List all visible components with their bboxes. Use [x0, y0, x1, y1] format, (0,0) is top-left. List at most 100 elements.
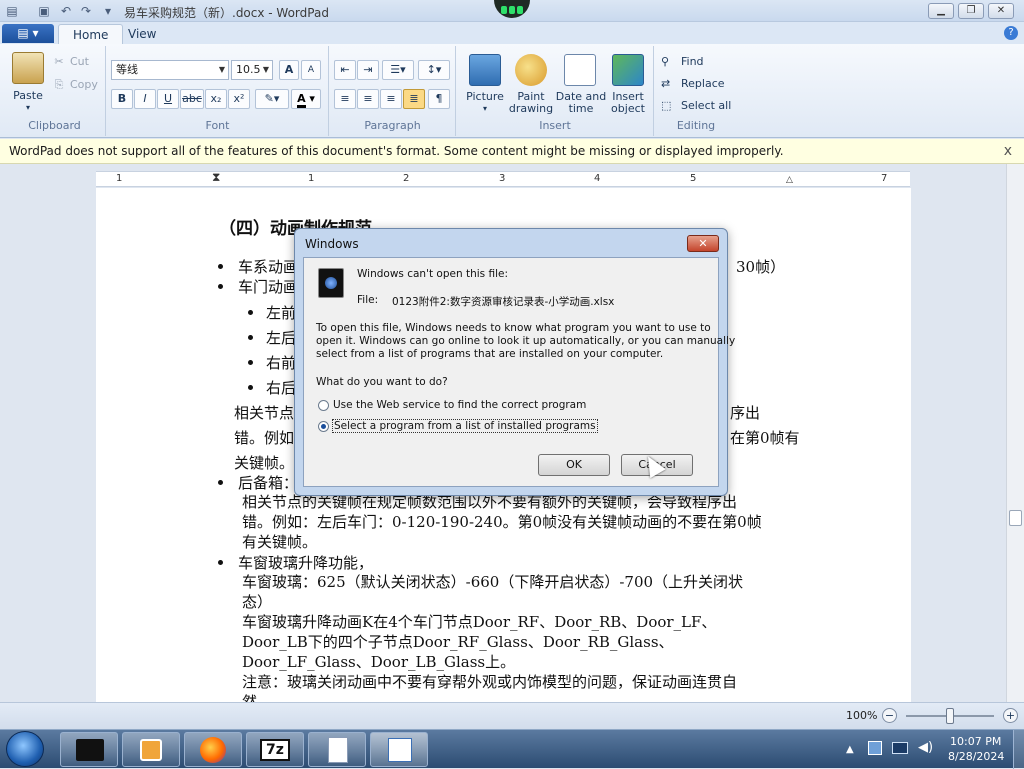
- insert-object-label-2: object: [611, 102, 645, 115]
- insert-object-button[interactable]: Insert object: [605, 91, 651, 115]
- display-icon[interactable]: [892, 742, 908, 754]
- save-icon[interactable]: ▣: [36, 3, 52, 19]
- font-group-label: Font: [205, 119, 230, 132]
- ok-button[interactable]: OK: [538, 454, 610, 476]
- quick-access-dropdown-icon[interactable]: ▾: [100, 3, 116, 19]
- underline-button[interactable]: U: [157, 89, 179, 109]
- show-hidden-icons-icon[interactable]: ▲: [846, 744, 854, 755]
- redo-icon[interactable]: ↷: [78, 3, 94, 19]
- taskbar-terminal[interactable]: [60, 732, 118, 767]
- explain-text: open it. Windows can go online to look i…: [316, 335, 736, 347]
- subscript-button[interactable]: x₂: [205, 89, 227, 109]
- app-icon[interactable]: ▤: [4, 3, 20, 19]
- select-all-button[interactable]: Select all: [681, 100, 731, 112]
- replace-button[interactable]: Replace: [681, 78, 725, 90]
- web-service-label[interactable]: Use the Web service to find the correct …: [333, 399, 586, 411]
- paragraph-dialog-button[interactable]: ¶: [428, 89, 450, 109]
- picture-icon[interactable]: [469, 54, 501, 86]
- doc-text: Door_LF_Glass、Door_LB_Glass上。: [242, 653, 516, 671]
- infobar-close-button[interactable]: x: [1004, 139, 1012, 164]
- align-right-button[interactable]: ≡: [380, 89, 402, 109]
- clipboard-group-label: Clipboard: [28, 119, 81, 132]
- web-service-radio[interactable]: [318, 400, 329, 411]
- dialog-close-button[interactable]: ✕: [687, 235, 719, 252]
- decrease-indent-button[interactable]: ⇤: [334, 60, 356, 80]
- ruler[interactable]: 1 ⧗ 1 2 3 4 5 △ 6 7: [96, 170, 910, 187]
- zoom-out-button[interactable]: −: [882, 708, 897, 723]
- tab-view[interactable]: View: [114, 24, 170, 44]
- installed-programs-radio[interactable]: [318, 421, 329, 432]
- taskbar-firefox[interactable]: [184, 732, 242, 767]
- doc-text: 后备箱：: [238, 474, 299, 492]
- scrollbar-thumb[interactable]: [1009, 510, 1022, 526]
- font-size-select[interactable]: 10.5 ▼: [231, 60, 273, 80]
- highlight-color-button[interactable]: ✎▾: [255, 89, 289, 109]
- file-label: File:: [357, 294, 379, 306]
- doc-text: 然: [242, 693, 258, 702]
- doc-text: 关键帧。: [234, 454, 295, 472]
- taskbar-7zip[interactable]: 7z: [246, 732, 304, 767]
- bold-button[interactable]: B: [111, 89, 133, 109]
- grow-font-button[interactable]: A: [279, 60, 299, 80]
- undo-icon[interactable]: ↶: [58, 3, 74, 19]
- zoom-slider[interactable]: [906, 708, 994, 724]
- date-time-label-2: time: [568, 102, 594, 115]
- paste-button[interactable]: Paste: [8, 90, 48, 102]
- doc-text: 序出: [730, 404, 761, 422]
- ruler-mark: 1: [116, 173, 123, 184]
- cut-button[interactable]: Cut: [70, 56, 89, 68]
- start-orb-icon[interactable]: [6, 731, 44, 767]
- line-spacing-button[interactable]: ↕▾: [418, 60, 450, 80]
- strikethrough-button[interactable]: abc: [180, 89, 204, 109]
- picture-dropdown-icon[interactable]: ▾: [461, 103, 509, 115]
- left-indent-marker-icon[interactable]: ⧗: [212, 170, 220, 185]
- date-time-button[interactable]: Date and time: [555, 91, 607, 115]
- taskbar-notepad[interactable]: [308, 732, 366, 767]
- open-with-dialog: Windows ✕ Windows can't open this file: …: [294, 228, 735, 496]
- find-button[interactable]: Find: [681, 56, 704, 68]
- zoom-in-button[interactable]: +: [1003, 708, 1018, 723]
- select-all-icon: ⬚: [661, 99, 672, 112]
- infobar-message: WordPad does not support all of the feat…: [9, 144, 784, 158]
- increase-indent-button[interactable]: ⇥: [357, 60, 379, 80]
- text-color-button[interactable]: A ▾: [291, 89, 321, 109]
- taskbar-media-player[interactable]: [122, 732, 180, 767]
- vertical-scrollbar[interactable]: [1006, 164, 1024, 702]
- paste-icon[interactable]: [12, 52, 44, 84]
- paint-drawing-button[interactable]: Paint drawing: [507, 91, 555, 115]
- replace-icon: ⇄: [661, 77, 671, 90]
- copy-button[interactable]: Copy: [70, 79, 98, 91]
- font-family-select[interactable]: 等线 ▼: [111, 60, 229, 80]
- network-icon[interactable]: [868, 741, 882, 755]
- paint-palette-icon[interactable]: [515, 54, 547, 86]
- superscript-button[interactable]: x²: [228, 89, 250, 109]
- minimize-button[interactable]: ▁: [928, 3, 954, 19]
- calendar-clock-icon[interactable]: [564, 54, 596, 86]
- show-desktop-button[interactable]: [1013, 730, 1024, 769]
- picture-button[interactable]: Picture: [461, 91, 509, 103]
- clock-date[interactable]: 8/28/2024: [948, 750, 1004, 763]
- right-indent-marker-icon[interactable]: △: [786, 175, 793, 185]
- file-name: 0123附件2:数字资源审核记录表-小学动画.xlsx: [392, 296, 615, 308]
- italic-button[interactable]: I: [134, 89, 156, 109]
- zoom-slider-thumb[interactable]: [946, 708, 954, 724]
- close-window-button[interactable]: ✕: [988, 3, 1014, 19]
- doc-text: 车系动画: [238, 258, 299, 276]
- insert-object-icon[interactable]: [612, 54, 644, 86]
- shrink-font-button[interactable]: A: [301, 60, 321, 80]
- volume-icon[interactable]: ◀): [918, 740, 933, 755]
- maximize-button[interactable]: ❐: [958, 3, 984, 19]
- taskbar-wordpad[interactable]: [370, 732, 428, 767]
- installed-programs-label[interactable]: Select a program from a list of installe…: [332, 419, 598, 433]
- paste-dropdown-icon[interactable]: ▾: [8, 102, 48, 114]
- taskbar: 7z ▲ ◀) 10:07 PM 8/28/2024: [0, 729, 1024, 769]
- app-menu-button[interactable]: ▤ ▾: [2, 24, 54, 43]
- align-center-button[interactable]: ≡: [357, 89, 379, 109]
- align-left-button[interactable]: ≡: [334, 89, 356, 109]
- justify-button[interactable]: ≣: [403, 89, 425, 109]
- bullets-button[interactable]: ☰▾: [382, 60, 414, 80]
- help-icon[interactable]: ?: [1004, 26, 1018, 40]
- doc-text: 态）: [242, 593, 273, 611]
- clock-time[interactable]: 10:07 PM: [950, 735, 1001, 748]
- justify-icon: ≣: [409, 92, 419, 105]
